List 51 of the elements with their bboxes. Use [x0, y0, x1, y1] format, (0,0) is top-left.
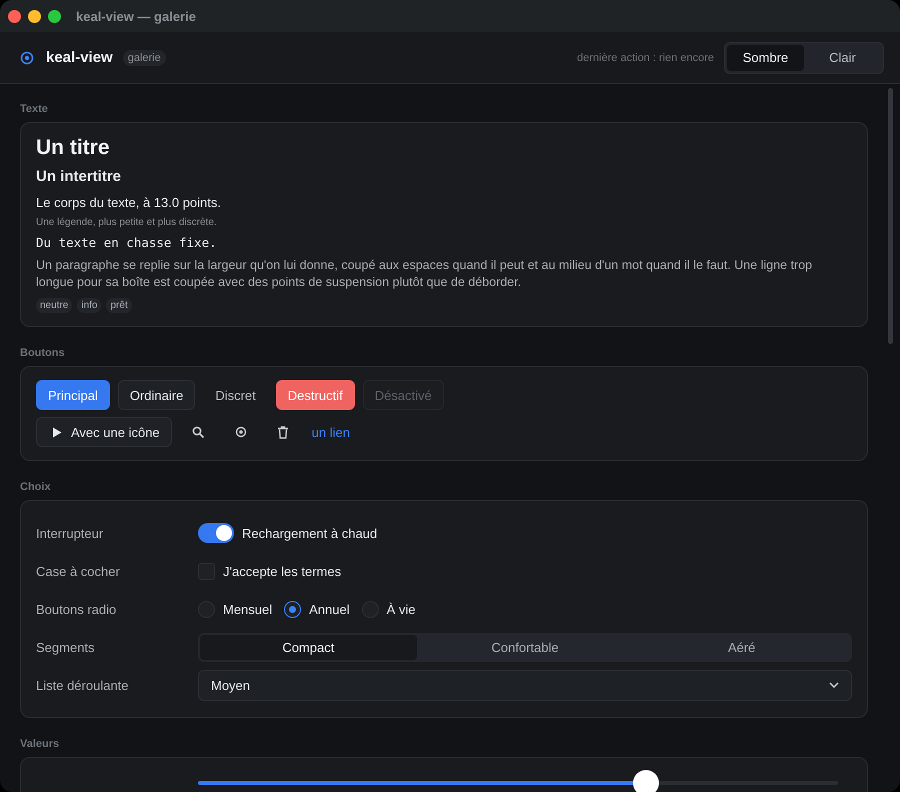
row-label: Boutons radio	[36, 602, 118, 616]
segment[interactable]: Aéré	[633, 634, 850, 660]
app-name: keal-view	[46, 49, 113, 66]
tag: info	[77, 298, 102, 313]
button[interactable]: Ordinaire	[118, 380, 196, 410]
toggle-label: Rechargement à chaud	[242, 526, 378, 540]
body-text: Le corps du texte, à 13.0 points.	[36, 195, 222, 210]
slider-thumb[interactable]	[633, 770, 659, 792]
heading: Un titre	[36, 136, 110, 160]
radio-label: À vie	[386, 602, 416, 616]
section-title: Valeurs	[20, 738, 60, 750]
radio-button[interactable]	[284, 600, 302, 618]
subheading: Un intertitre	[36, 168, 122, 185]
tag: neutre	[36, 298, 72, 313]
checkbox-label: J'accepte les termes	[223, 564, 342, 578]
chevron-icon	[829, 682, 839, 688]
row-label: Segments	[36, 640, 96, 654]
minimize-button[interactable]	[28, 10, 41, 22]
link[interactable]: un lien	[312, 424, 350, 440]
scrollbar-thumb[interactable]	[888, 88, 893, 344]
section-title: Boutons	[20, 347, 66, 359]
row-label: Case à cocher	[36, 564, 121, 578]
paragraph: Un paragraphe se replie sur la largeur qu'on lui donne, coupé aux espaces quand il peut et au milieu d'un mot quand il le faut. Une ligne trop longue pour sa boîte est coupée avec des points de suspension plutôt que de déborder.	[36, 257, 814, 291]
zoom-button[interactable]	[48, 10, 61, 22]
button[interactable]: Discret	[203, 380, 268, 410]
theme-option[interactable]: Sombre	[727, 44, 804, 70]
target-icon	[20, 50, 34, 64]
monospace-text: Du texte en chasse fixe.	[36, 235, 218, 250]
row-label: Interrupteur	[36, 526, 104, 540]
dropdown[interactable]: Moyen	[198, 670, 852, 700]
button[interactable]: Principal	[36, 380, 110, 410]
radio-label: Annuel	[309, 602, 350, 616]
theme-option[interactable]: Clair	[804, 44, 881, 70]
toggle-switch[interactable]	[198, 523, 234, 543]
window-title: keal-view — galerie	[76, 8, 196, 24]
play-icon	[52, 426, 62, 438]
segment[interactable]: Confortable	[416, 634, 634, 660]
section-title: Texte	[20, 103, 49, 115]
play-button[interactable]: Avec une icône	[36, 417, 172, 447]
close-button[interactable]	[8, 10, 21, 22]
target-icon	[234, 426, 247, 438]
search-icon	[192, 426, 206, 438]
section-title: Choix	[20, 481, 52, 493]
caption-text: Une légende, plus petite et plus discrète.	[36, 217, 218, 228]
radio-label: Mensuel	[223, 602, 272, 616]
trash-icon	[276, 426, 289, 438]
app-badge: galerie	[122, 50, 166, 66]
tag: prêt	[106, 298, 132, 313]
row-label: Liste déroulante	[36, 678, 130, 692]
segment[interactable]: Compact	[200, 634, 417, 660]
status-text: dernière action : rien encore	[577, 52, 714, 64]
